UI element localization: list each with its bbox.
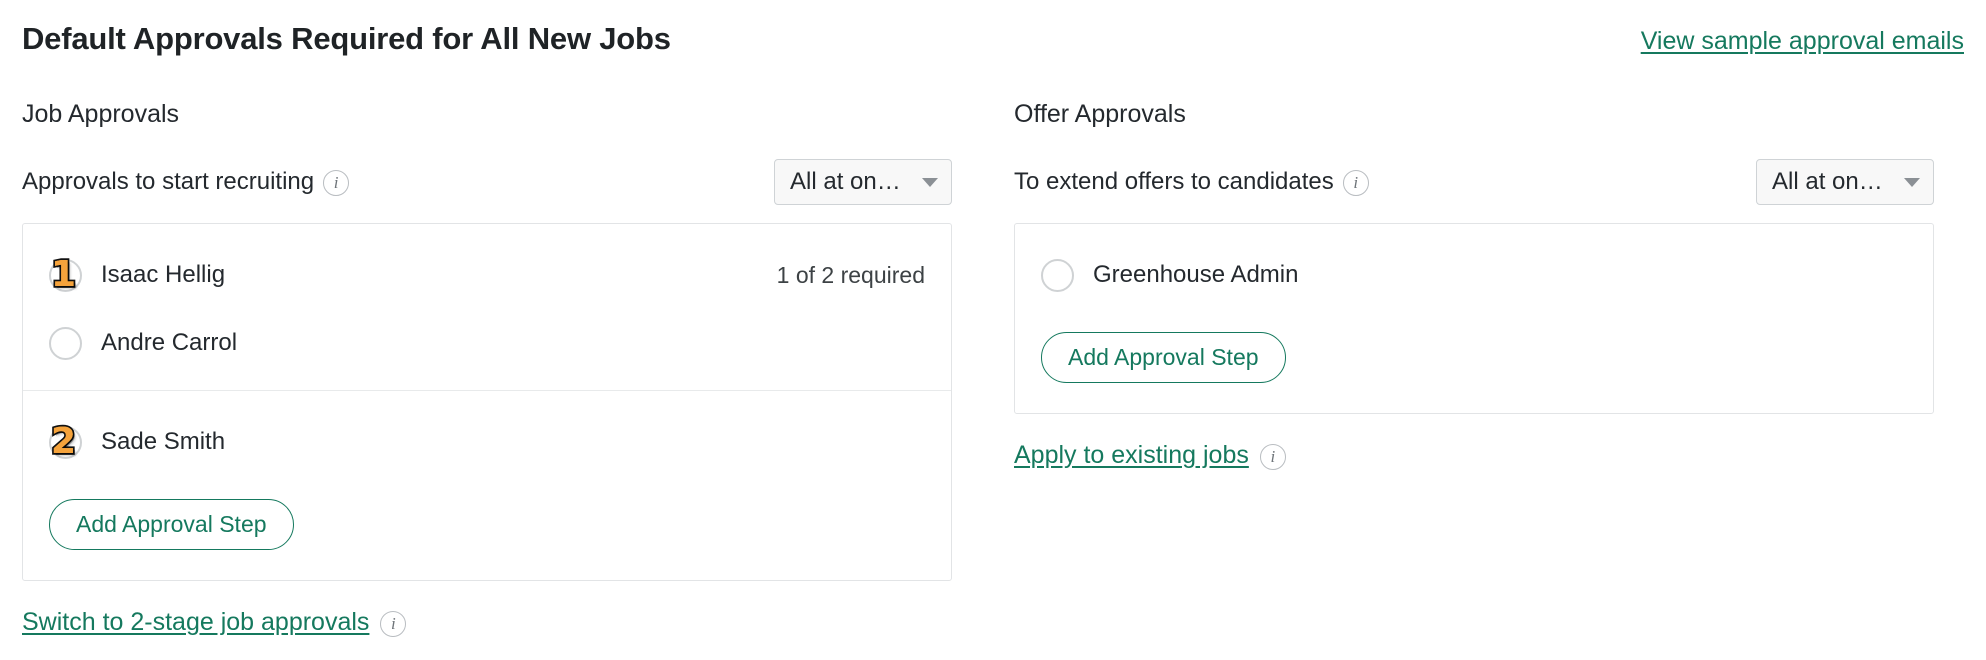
approval-step-group: 1 1 Isaac Hellig 1 of 2 required bbox=[23, 224, 951, 390]
offer-approvals-label: To extend offers to candidates bbox=[1014, 168, 1334, 197]
approvals-columns: Job Approvals Approvals to start recruit… bbox=[22, 99, 1964, 637]
approver-row[interactable]: 1 1 Isaac Hellig 1 of 2 required bbox=[49, 250, 925, 300]
offer-approvals-heading: Offer Approvals bbox=[1014, 99, 1934, 129]
switch-stage-row: Switch to 2-stage job approvals i bbox=[22, 608, 952, 637]
approver-row[interactable]: Andre Carrol bbox=[49, 318, 925, 368]
apply-to-existing-jobs-link[interactable]: Apply to existing jobs bbox=[1014, 441, 1249, 470]
offer-approvals-column: Offer Approvals To extend offers to cand… bbox=[1014, 99, 1934, 637]
approver-row[interactable]: Greenhouse Admin bbox=[1041, 250, 1907, 300]
badge-ring bbox=[49, 327, 82, 360]
add-step-row: Add Approval Step bbox=[1041, 300, 1907, 383]
job-approvals-select[interactable]: All at on… bbox=[774, 159, 952, 205]
offer-approvals-label-wrap: To extend offers to candidates i bbox=[1014, 168, 1369, 197]
approval-order-badge-1: 1 1 bbox=[49, 259, 82, 292]
switch-to-2-stage-job-approvals-link[interactable]: Switch to 2-stage job approvals bbox=[22, 608, 369, 637]
badge-number: 1 bbox=[47, 254, 80, 296]
job-approvals-column: Job Approvals Approvals to start recruit… bbox=[22, 99, 952, 637]
approval-step-group: 2 2 Sade Smith Add Approval Step bbox=[23, 390, 951, 580]
info-icon-glyph: i bbox=[1353, 174, 1358, 191]
view-sample-approval-emails-link[interactable]: View sample approval emails bbox=[1641, 27, 1964, 56]
approver-left: Andre Carrol bbox=[49, 327, 237, 360]
offer-approvals-select-value: All at on… bbox=[1772, 168, 1883, 196]
approver-left: 1 1 Isaac Hellig bbox=[49, 259, 225, 292]
approver-name: Greenhouse Admin bbox=[1093, 261, 1298, 290]
info-icon[interactable]: i bbox=[1260, 444, 1286, 470]
badge-ring bbox=[1041, 259, 1074, 292]
chevron-down-icon bbox=[922, 178, 938, 187]
required-count-note: 1 of 2 required bbox=[777, 262, 925, 289]
badge-number: 2 bbox=[47, 421, 80, 463]
approver-left: 2 2 Sade Smith bbox=[49, 426, 225, 459]
info-icon[interactable]: i bbox=[380, 611, 406, 637]
approver-row[interactable]: 2 2 Sade Smith bbox=[49, 417, 925, 467]
page-title: Default Approvals Required for All New J… bbox=[22, 22, 671, 56]
approvals-settings-page: Default Approvals Required for All New J… bbox=[0, 0, 1986, 660]
approver-left: Greenhouse Admin bbox=[1041, 259, 1298, 292]
info-icon-glyph: i bbox=[391, 615, 396, 632]
job-approvals-label: Approvals to start recruiting bbox=[22, 168, 314, 197]
approval-step-group: Greenhouse Admin Add Approval Step bbox=[1015, 224, 1933, 413]
info-icon-glyph: i bbox=[1270, 448, 1275, 465]
approver-name: Andre Carrol bbox=[101, 329, 237, 358]
info-icon[interactable]: i bbox=[323, 170, 349, 196]
job-approvals-label-row: Approvals to start recruiting i All at o… bbox=[22, 159, 952, 205]
approval-order-badge-2: 2 2 bbox=[49, 426, 82, 459]
approver-name: Sade Smith bbox=[101, 428, 225, 457]
offer-approvals-label-row: To extend offers to candidates i All at … bbox=[1014, 159, 1934, 205]
info-icon-glyph: i bbox=[334, 174, 339, 191]
page-header: Default Approvals Required for All New J… bbox=[22, 0, 1964, 56]
job-approvals-label-wrap: Approvals to start recruiting i bbox=[22, 168, 349, 197]
approval-empty-circle bbox=[1041, 259, 1074, 292]
column-gap bbox=[952, 99, 1014, 637]
offer-approvals-select[interactable]: All at on… bbox=[1756, 159, 1934, 205]
chevron-down-icon bbox=[1904, 178, 1920, 187]
add-approval-step-button[interactable]: Add Approval Step bbox=[1041, 332, 1286, 383]
job-approvals-heading: Job Approvals bbox=[22, 99, 952, 129]
apply-existing-jobs-row: Apply to existing jobs i bbox=[1014, 441, 1934, 470]
offer-approvals-panel: Greenhouse Admin Add Approval Step bbox=[1014, 223, 1934, 414]
info-icon[interactable]: i bbox=[1343, 170, 1369, 196]
job-approvals-panel: 1 1 Isaac Hellig 1 of 2 required bbox=[22, 223, 952, 581]
add-approval-step-button[interactable]: Add Approval Step bbox=[49, 499, 294, 550]
approver-name: Isaac Hellig bbox=[101, 261, 225, 290]
approval-empty-circle bbox=[49, 327, 82, 360]
job-approvals-select-value: All at on… bbox=[790, 168, 901, 196]
add-step-row: Add Approval Step bbox=[49, 467, 925, 550]
